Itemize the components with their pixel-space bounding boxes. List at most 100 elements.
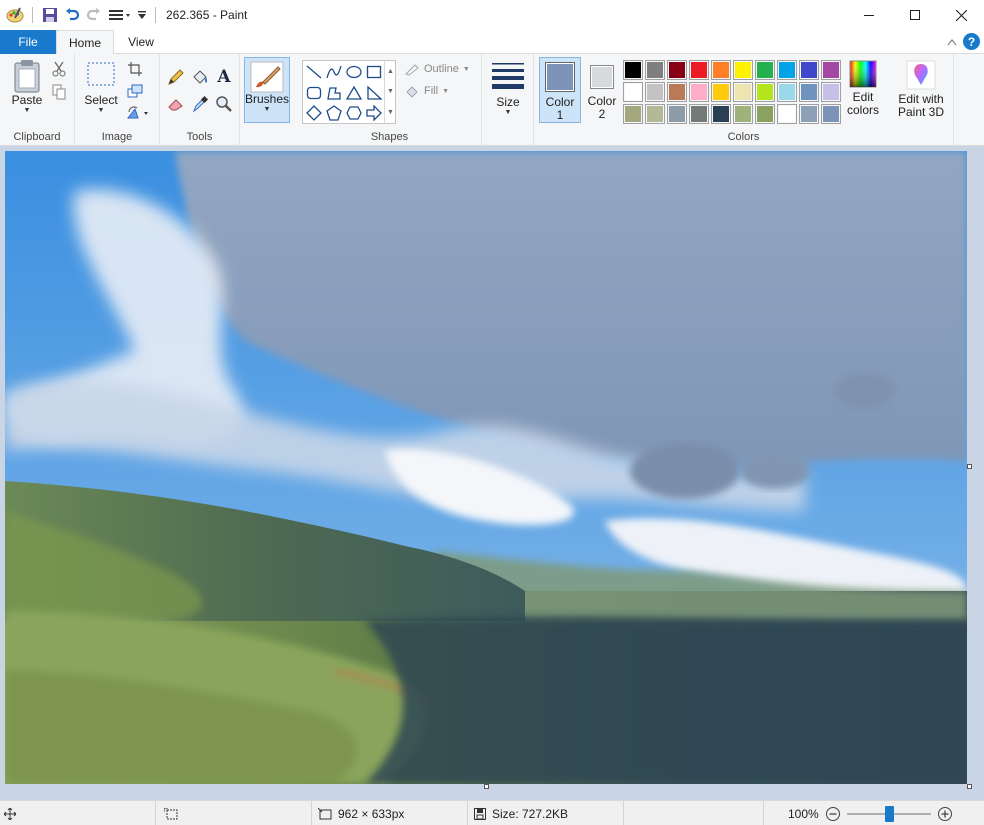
resize-icon[interactable]: [125, 81, 145, 101]
palette-swatch[interactable]: [777, 104, 797, 124]
palette-swatch[interactable]: [821, 60, 841, 80]
canvas-resize-handle-bottom[interactable]: [484, 784, 489, 789]
palette-swatch[interactable]: [711, 82, 731, 102]
palette-swatch[interactable]: [755, 82, 775, 102]
customize-toolbar-icon[interactable]: [135, 4, 149, 26]
palette-swatch[interactable]: [733, 82, 753, 102]
text-tool-icon[interactable]: A: [214, 67, 234, 87]
palette-swatch[interactable]: [645, 82, 665, 102]
palette-swatch[interactable]: [733, 104, 753, 124]
undo-icon[interactable]: [61, 4, 83, 26]
palette-swatch-color: [823, 106, 839, 122]
zoom-slider-thumb[interactable]: [884, 805, 894, 822]
palette-swatch[interactable]: [799, 82, 819, 102]
zoom-control: 100%: [788, 801, 953, 825]
palette-swatch[interactable]: [799, 60, 819, 80]
maximize-button[interactable]: [892, 0, 938, 30]
minimize-button[interactable]: [846, 0, 892, 30]
palette-swatch[interactable]: [821, 82, 841, 102]
fill-bucket-icon[interactable]: [190, 67, 210, 87]
canvas-resize-handle-right[interactable]: [967, 464, 972, 469]
color2-button[interactable]: Color 2: [584, 61, 620, 121]
image-dimensions-icon: [318, 807, 332, 819]
collapse-ribbon-icon[interactable]: [947, 35, 957, 49]
line-width-icon: [492, 63, 524, 89]
save-icon[interactable]: [39, 4, 61, 26]
palette-swatch[interactable]: [821, 104, 841, 124]
tab-view[interactable]: View: [118, 30, 164, 54]
right-triangle-shape-icon[interactable]: [364, 83, 384, 103]
paste-button[interactable]: Paste ▼: [8, 58, 46, 115]
palette-swatch[interactable]: [711, 104, 731, 124]
palette-swatch-color: [823, 62, 839, 78]
color-picker-icon[interactable]: [190, 94, 210, 114]
select-button[interactable]: Select ▼: [83, 60, 119, 115]
palette-swatch[interactable]: [799, 104, 819, 124]
eraser-icon[interactable]: [166, 94, 186, 114]
palette-swatch[interactable]: [755, 60, 775, 80]
scroll-down-icon[interactable]: ▼: [387, 88, 394, 95]
palette-swatch[interactable]: [623, 104, 643, 124]
color1-button[interactable]: Color 1: [539, 57, 581, 123]
outline-dropdown[interactable]: Outline ▼: [404, 62, 470, 76]
palette-swatch[interactable]: [689, 104, 709, 124]
cut-icon[interactable]: [49, 59, 69, 79]
palette-swatch[interactable]: [667, 82, 687, 102]
shapes-gallery: ▲ ▼ ▼: [302, 60, 396, 124]
canvas-resize-handle-corner[interactable]: [967, 784, 972, 789]
palette-swatch[interactable]: [733, 60, 753, 80]
rotate-icon[interactable]: [125, 103, 153, 123]
oval-shape-icon[interactable]: [344, 62, 364, 82]
shapes-scrollbar[interactable]: ▲ ▼ ▼: [384, 61, 396, 123]
chevron-down-icon: ▼: [23, 107, 31, 114]
edit-colors-button[interactable]: Edit colors: [845, 60, 881, 117]
diamond-shape-icon[interactable]: [304, 103, 324, 123]
palette-swatch[interactable]: [645, 60, 665, 80]
pencil-icon[interactable]: [166, 67, 186, 87]
palette-swatch[interactable]: [755, 104, 775, 124]
tools-group-label: Tools: [186, 131, 213, 143]
rounded-rectangle-shape-icon[interactable]: [304, 83, 324, 103]
arrow-shape-icon[interactable]: [364, 103, 384, 123]
close-button[interactable]: [938, 0, 984, 30]
palette-swatch-color: [735, 84, 751, 100]
hexagon-shape-icon[interactable]: [344, 103, 364, 123]
copy-icon[interactable]: [49, 82, 69, 102]
palette-swatch-color: [757, 62, 773, 78]
palette-swatch[interactable]: [645, 104, 665, 124]
paint-app-icon[interactable]: [4, 4, 26, 26]
palette-swatch[interactable]: [667, 60, 687, 80]
tab-file[interactable]: File: [0, 30, 56, 54]
palette-swatch[interactable]: [777, 82, 797, 102]
fill-dropdown[interactable]: Fill ▼: [404, 84, 449, 98]
scroll-up-icon[interactable]: ▲: [387, 68, 394, 75]
zoom-out-icon[interactable]: [825, 806, 841, 822]
palette-swatch[interactable]: [667, 104, 687, 124]
edit-with-paint3d-button[interactable]: Edit with Paint 3D: [892, 60, 950, 119]
palette-swatch[interactable]: [623, 82, 643, 102]
palette-swatch[interactable]: [623, 60, 643, 80]
zoom-slider[interactable]: [846, 805, 931, 822]
crop-icon[interactable]: [125, 59, 145, 79]
pentagon-shape-icon[interactable]: [324, 103, 344, 123]
palette-swatch-color: [801, 84, 817, 100]
polygon-shape-icon[interactable]: [324, 83, 344, 103]
tab-home[interactable]: Home: [56, 30, 114, 55]
help-icon[interactable]: ?: [963, 33, 980, 50]
palette-swatch[interactable]: [711, 60, 731, 80]
expand-gallery-icon[interactable]: ▼: [387, 109, 394, 116]
zoom-in-icon[interactable]: [937, 806, 953, 822]
drawing-canvas[interactable]: [5, 151, 967, 784]
line-shape-icon[interactable]: [304, 62, 324, 82]
palette-swatch[interactable]: [689, 60, 709, 80]
rectangle-shape-icon[interactable]: [364, 62, 384, 82]
triangle-shape-icon[interactable]: [344, 83, 364, 103]
redo-icon[interactable]: [83, 4, 105, 26]
properties-menu-icon[interactable]: [105, 4, 135, 26]
curve-shape-icon[interactable]: [324, 62, 344, 82]
palette-swatch[interactable]: [777, 60, 797, 80]
palette-swatch[interactable]: [689, 82, 709, 102]
magnifier-icon[interactable]: [214, 94, 234, 114]
size-button[interactable]: Size ▼: [488, 60, 528, 117]
brushes-button[interactable]: Brushes ▼: [244, 57, 290, 123]
